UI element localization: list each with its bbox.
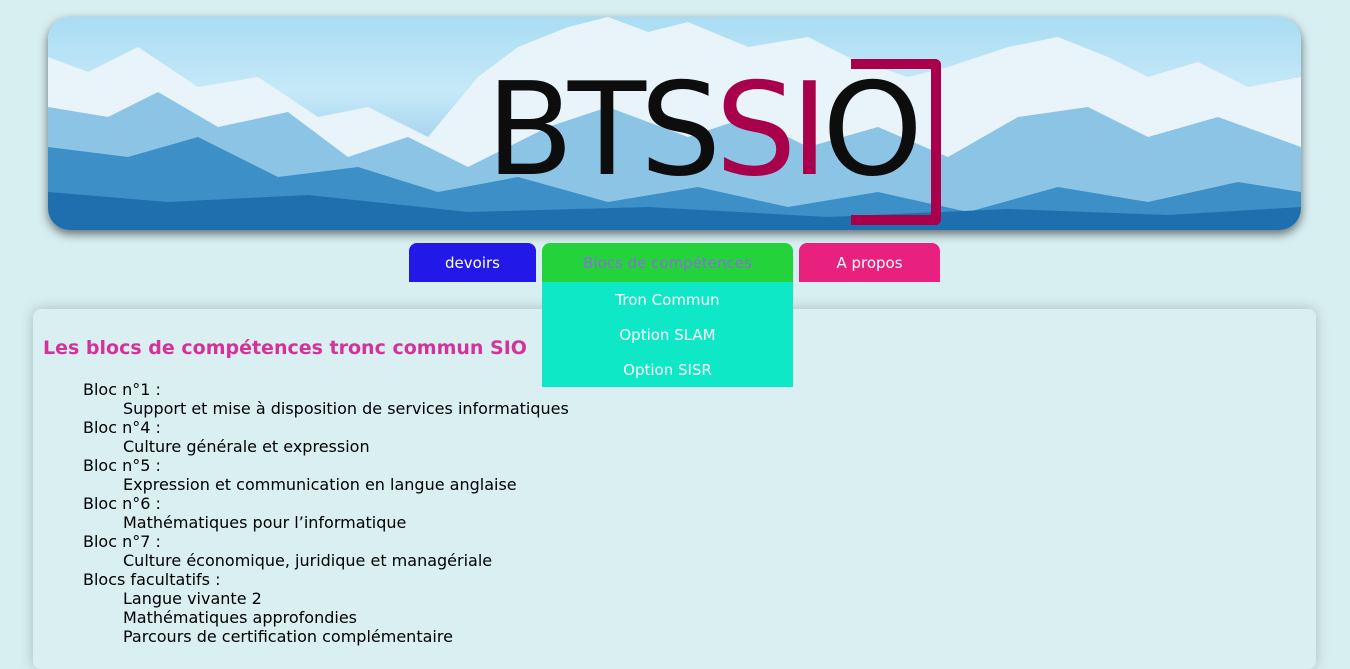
bloc-description: Langue vivante 2 bbox=[123, 589, 262, 608]
bloc-name: Bloc n°4 : bbox=[83, 418, 161, 437]
bts-sio-logo: BTSSIO bbox=[486, 57, 956, 230]
bloc-description: Support et mise à disposition de service… bbox=[123, 399, 569, 418]
dropdown-item-option-slam[interactable]: Option SLAM bbox=[542, 317, 793, 352]
bloc-name: Bloc n°7 : bbox=[83, 532, 161, 551]
header-banner: BTSSIO bbox=[48, 17, 1301, 230]
bloc-name: Blocs facultatifs : bbox=[83, 570, 221, 589]
dropdown-item-option-sisr[interactable]: Option SISR bbox=[542, 352, 793, 387]
blocs-list: Bloc n°1 : Support et mise à disposition… bbox=[83, 380, 569, 646]
bloc-description: Mathématiques pour l’informatique bbox=[123, 513, 407, 532]
main-nav: devoirs Blocs de compétences A propos bbox=[0, 243, 1350, 283]
blocs-dropdown-menu: Tron Commun Option SLAM Option SISR bbox=[542, 282, 793, 387]
bloc-description: Parcours de certification complémentaire bbox=[123, 627, 453, 646]
bloc-description: Mathématiques approfondies bbox=[123, 608, 358, 627]
bloc-name: Bloc n°6 : bbox=[83, 494, 161, 513]
bloc-description: Culture générale et expression bbox=[123, 437, 370, 456]
bloc-name: Bloc n°5 : bbox=[83, 456, 161, 475]
logo-bracket bbox=[851, 59, 941, 225]
bloc-description: Culture économique, juridique et managér… bbox=[123, 551, 493, 570]
nav-blocs-de-competences[interactable]: Blocs de compétences bbox=[542, 243, 793, 282]
page-title: Les blocs de compétences tronc commun SI… bbox=[43, 337, 527, 359]
dropdown-item-tronc-commun[interactable]: Tron Commun bbox=[542, 282, 793, 317]
bloc-description: Expression et communication en langue an… bbox=[123, 475, 517, 494]
nav-a-propos[interactable]: A propos bbox=[799, 243, 940, 282]
nav-devoirs[interactable]: devoirs bbox=[409, 243, 536, 282]
bloc-name: Bloc n°1 : bbox=[83, 380, 161, 399]
